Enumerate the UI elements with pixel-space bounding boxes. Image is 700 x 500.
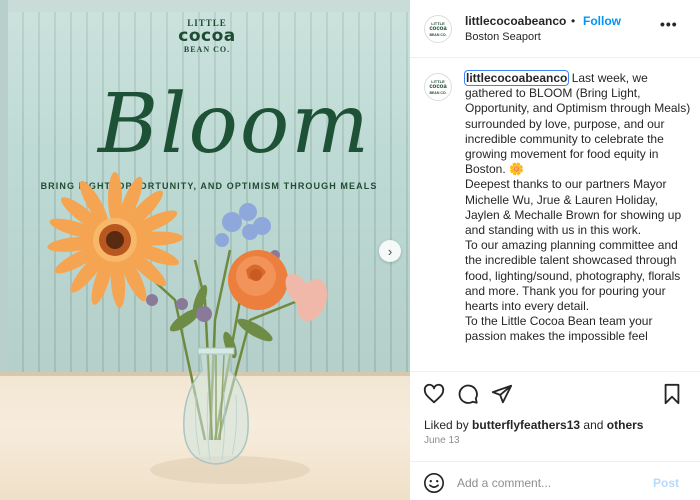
avatar-logo-line-2: cocoa [429,83,447,90]
header-username[interactable]: littlecocoabeanco [465,14,566,28]
caption-paragraph: To the Little Cocoa Bean team your passi… [465,314,653,344]
share-paper-plane-icon[interactable] [490,382,514,406]
avatar-logo-line-3: BEAN CO. [429,32,447,37]
likes-and: and [580,418,607,432]
post-image[interactable]: LITTLE cocoa BEAN CO. Bloom BRING LIGHT,… [0,0,410,500]
like-heart-icon[interactable] [422,382,446,406]
save-bookmark-icon[interactable] [660,382,684,406]
caption-username[interactable]: littlecocoabeanco [463,70,570,86]
post-date[interactable]: June 13 [424,435,460,446]
post-header: LITTLE cocoa BEAN CO. littlecocoabeanco … [410,0,700,58]
avatar-logo-line-3: BEAN CO. [429,90,447,95]
follow-button[interactable]: Follow [583,14,621,28]
next-image-button[interactable]: › [379,240,401,262]
location-link[interactable]: Boston Seaport [465,31,541,43]
post-details-panel: LITTLE cocoa BEAN CO. littlecocoabeanco … [410,0,700,500]
caption-avatar[interactable]: LITTLE cocoa BEAN CO. [424,73,452,101]
add-comment-bar: Add a comment... Post [410,461,700,500]
likes-summary: Liked by butterflyfeathers13 and others [424,418,643,432]
likes-prefix: Liked by [424,418,473,432]
post-actions: Liked by butterflyfeathers13 and others … [410,371,700,500]
liked-by-user-link[interactable]: butterflyfeathers13 [472,418,580,432]
comment-input[interactable]: Add a comment... [457,476,551,490]
avatar[interactable]: LITTLE cocoa BEAN CO. [424,15,452,43]
post-caption: littlecocoabeanco Last week, we gathered… [463,70,695,345]
emoji-smiley-icon[interactable] [423,472,445,494]
caption-paragraph: Deepest thanks to our partners Mayor Mic… [465,177,682,238]
caption-paragraph: To our amazing planning committee and th… [465,238,681,314]
flower-vase-illustration [47,172,328,484]
separator-dot: • [571,14,576,28]
more-options-icon[interactable]: ••• [660,16,678,32]
avatar-logo-line-2: cocoa [429,25,447,32]
liked-by-others-link[interactable]: others [607,418,644,432]
post-comment-button[interactable]: Post [653,476,679,490]
comment-bubble-icon[interactable] [456,382,480,406]
caption-text: Last week, we gathered to BLOOM (Bring L… [465,71,691,177]
comments-section[interactable]: LITTLE cocoa BEAN CO. littlecocoabeanco … [410,59,700,371]
caption-paragraph: littlecocoabeanco Last week, we gathered… [463,70,695,177]
